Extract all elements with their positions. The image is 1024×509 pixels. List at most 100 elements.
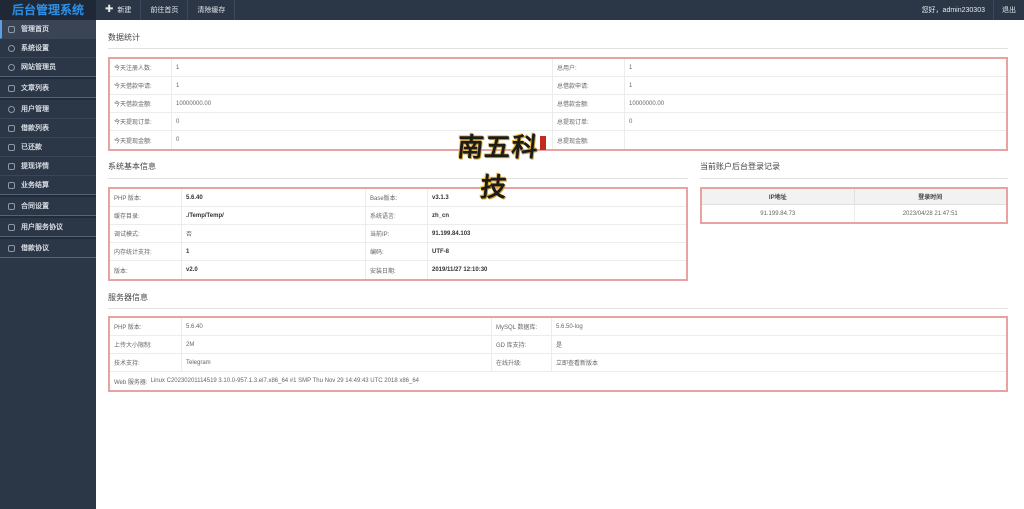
agreement-icon [8,223,15,231]
table-row: PHP 版本: 5.6.40 Base版本: v3.1.3 [110,189,686,207]
sidebar-item-label: 提现详情 [21,163,49,170]
cell-label: 今天注册人数: [110,59,172,76]
loan-agreement-icon [8,244,15,252]
cell-label: 系统语言: [366,207,428,224]
clear-cache-button[interactable]: 清除缓存 [188,0,236,20]
watermark-text: 南五科技 [455,133,541,203]
table-row: 内存统计支持: 1 编码: UTF-8 [110,243,686,261]
money-icon [8,162,15,170]
document-icon [8,84,15,92]
cell-value: ./Temp/Temp/ [182,207,366,224]
cell-label: 今天提现金额: [110,131,172,149]
cell-label: 总借款金额: [553,95,625,112]
sidebar-item-contract[interactable]: 合同设置 [0,197,96,216]
cell-label: 在线升级: [492,354,552,371]
sidebar-item-loans[interactable]: 借款列表 [0,119,96,138]
user-icon [8,63,15,71]
cell-value: 1 [629,82,633,89]
table-row: 版本: v2.0 安装日期: 2019/11/27 12:10:30 [110,261,686,279]
sidebar-item-admins[interactable]: 网站管理员 [0,58,96,77]
sidebar-item-label: 用户管理 [21,106,49,113]
sysinfo-table: PHP 版本: 5.6.40 Base版本: v3.1.3 缓存目录: ./Te… [108,187,688,281]
top-bar: ✚ 新建 前往首页 清除缓存 您好，admin230303 退出 [96,0,1024,20]
cell-value: 5.6.40 [182,189,366,206]
cell-label: 版本: [110,261,182,279]
cell-value: 1 [172,77,553,94]
sidebar-item-label: 系统设置 [21,45,49,52]
table-row: 调试模式: 否 当前IP: 91.199.84.103 [110,225,686,243]
sidebar-item-repaid[interactable]: 已还款 [0,138,96,157]
sidebar-item-loan-agreement[interactable]: 借款协议 [0,239,96,258]
sidebar-item-label: 合同设置 [21,203,49,210]
sidebar-item-label: 用户服务协议 [21,224,63,231]
user-greeting: 您好，admin230303 [921,7,985,14]
home-icon [8,25,15,33]
plus-icon: ✚ [105,4,114,15]
settle-icon [8,181,15,189]
cell-value: 10000000.00 [629,100,665,107]
go-home-button[interactable]: 前往首页 [141,0,189,20]
cell-label: 缓存目录: [110,207,182,224]
brand-title: 后台管理系统 [0,0,96,20]
cell-time: 2023/04/28 21:47:51 [902,210,958,217]
table-row: 今天注册人数: 1 总用户: 1 [110,59,1006,77]
cell-label: 编码: [366,243,428,260]
stats-title: 数据统计 [108,33,140,42]
table-row: 今天借款金额: 10000000.00 总借款金额: 10000000.00 [110,95,1006,113]
cell-label: PHP 版本: [110,318,182,335]
cell-label: Web 服务器: [114,379,148,386]
divider [700,178,1008,179]
cell-value: 10000000.00 [172,95,553,112]
cell-label: 今天提现订单: [110,113,172,130]
cell-label: Base版本: [366,189,428,206]
sidebar-item-service-agreement[interactable]: 用户服务协议 [0,218,96,237]
table-row: PHP 版本: 5.6.40 MySQL 数据库: 5.6.50-log [110,318,1006,336]
sidebar-item-withdrawals[interactable]: 提现详情 [0,157,96,176]
cell-label: 安装日期: [366,261,428,279]
table-row: 缓存目录: ./Temp/Temp/ 系统语言: zh_cn [110,207,686,225]
users-icon [8,105,15,113]
upgrade-link[interactable]: 立即查看新版本 [552,354,1006,371]
cell-label: 总用户: [553,59,625,76]
cell-label: 总提现金额: [553,131,625,149]
contract-icon [8,202,15,210]
check-icon [8,143,15,151]
sidebar-item-label: 已还款 [21,144,42,151]
cell-value: 5.6.50-log [556,323,583,330]
cell-value: 1 [172,59,553,76]
cell-value: Linux C20230201114519 3.10.0-957.1.3.el7… [150,378,420,384]
sidebar-item-label: 管理首页 [21,26,49,33]
table-row: 今天借款申请: 1 总借款申请: 1 [110,77,1006,95]
cell-label: GD 库支持: [492,336,552,353]
column-time: 登录时间 [918,195,943,201]
cell-value: v2.0 [182,261,366,279]
sidebar-item-label: 借款列表 [21,125,49,132]
cell-value: 否 [182,225,366,242]
table-row: 91.199.84.73 2023/04/28 21:47:51 [702,205,1006,222]
sidebar-item-users[interactable]: 用户管理 [0,100,96,119]
cell-value: 1 [182,243,366,260]
cell-value: 91.199.84.103 [432,230,471,237]
cell-label: 总借款申请: [553,77,625,94]
login-title: 当前账户后台登录记录 [700,162,780,171]
cell-label: 今天借款金额: [110,95,172,112]
server-title: 服务器信息 [108,293,148,302]
cell-value: 2019/11/27 12:10:30 [432,267,488,273]
divider [108,48,1008,49]
sidebar-item-settings[interactable]: 系统设置 [0,39,96,58]
cell-value: 1 [629,64,633,71]
logout-button[interactable]: 退出 [993,0,1024,20]
sidebar-item-articles[interactable]: 文章列表 [0,79,96,98]
sysinfo-title: 系统基本信息 [108,162,156,171]
cell-label: MySQL 数据库: [492,318,552,335]
divider [108,308,1008,309]
cell-label: 内存统计支持: [110,243,182,260]
stats-table: 今天注册人数: 1 总用户: 1 今天借款申请: 1 总借款申请: 1 今天借款… [108,57,1008,151]
new-button-label: 新建 [117,7,132,14]
sidebar-item-home[interactable]: 管理首页 [0,20,96,39]
new-button[interactable]: ✚ 新建 [96,0,142,20]
cell-value [625,131,1006,149]
sidebar-item-label: 业务结算 [21,182,49,189]
cell-label: PHP 版本: [110,189,182,206]
sidebar-item-settlement[interactable]: 业务结算 [0,176,96,195]
